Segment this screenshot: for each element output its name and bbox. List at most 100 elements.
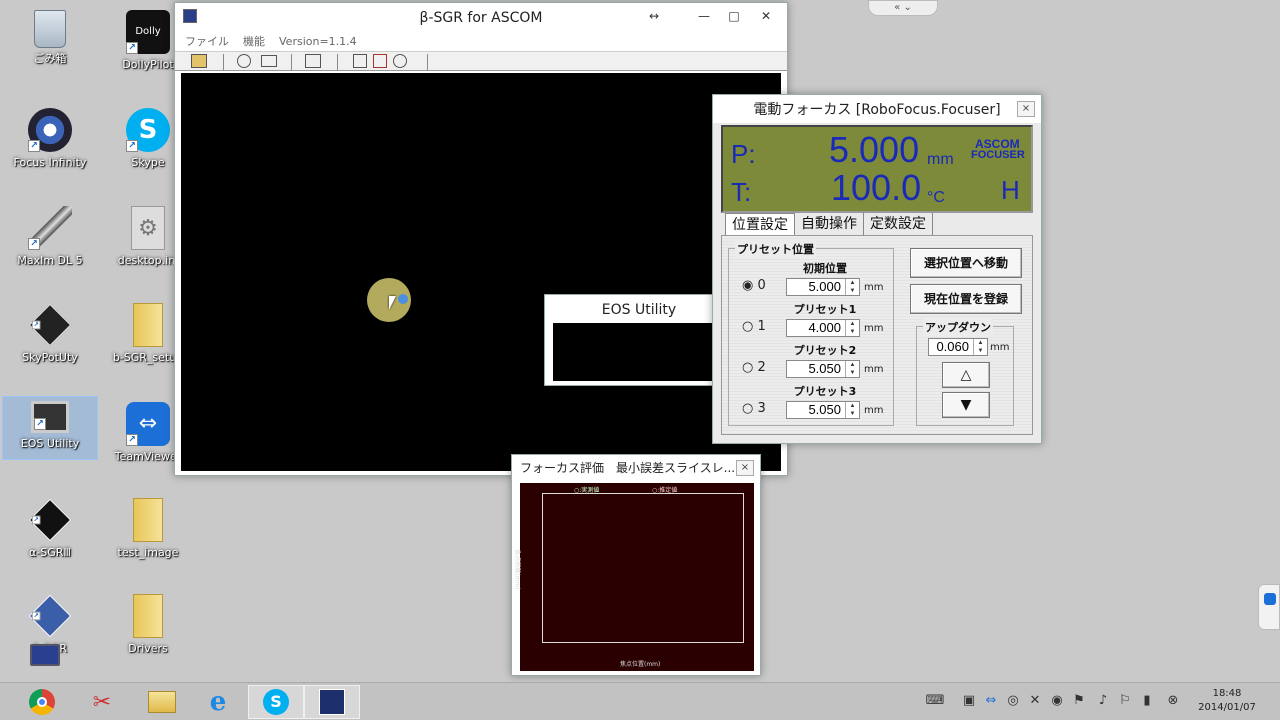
- laptop-icon[interactable]: [30, 644, 60, 666]
- preset-radio-3[interactable]: ○ 3: [742, 401, 766, 416]
- taskbar-snipping[interactable]: ✂: [74, 685, 130, 719]
- internet-explorer-icon: e: [209, 687, 227, 717]
- taskbar-chrome[interactable]: [14, 685, 70, 719]
- tab-constants[interactable]: 定数設定: [864, 213, 933, 235]
- preset-radio-0[interactable]: ◉ 0: [742, 278, 766, 293]
- teamviewer-tray-icon[interactable]: ⇔: [982, 693, 1000, 711]
- tab-auto[interactable]: 自動操作: [795, 213, 864, 235]
- edit-icon[interactable]: [305, 54, 321, 68]
- teamviewer-side-tab[interactable]: [1258, 584, 1280, 630]
- check-icon[interactable]: [373, 54, 387, 68]
- zoom-icon[interactable]: [237, 54, 251, 68]
- volume-icon[interactable]: ♪: [1094, 693, 1112, 711]
- preset-group-label: プリセット位置: [735, 241, 816, 257]
- position-tab-panel: プリセット位置 ◉ 0 初期位置 5.000 ▲ ▼ mm ○ 1 プリセット1 …: [721, 235, 1033, 435]
- eos-utility-title: EOS Utility: [601, 302, 677, 318]
- recycle-bin-icon: [34, 10, 66, 48]
- taskbar-ie[interactable]: e: [190, 685, 246, 719]
- open-folder-icon[interactable]: [191, 54, 207, 68]
- clock-time: 18:48: [1212, 688, 1242, 699]
- graph-ylabel: 焦点距離(mm): [513, 549, 521, 590]
- register-current-button[interactable]: 現在位置を登録: [910, 284, 1022, 314]
- focuser-titlebar[interactable]: 電動フォーカス [RoboFocus.Focuser] ×: [713, 95, 1041, 123]
- spinner-arrows-icon[interactable]: ▲ ▼: [973, 339, 987, 355]
- maximize-button[interactable]: □: [721, 7, 747, 25]
- network-tray-icon[interactable]: ◎: [1004, 693, 1022, 711]
- preset-input-3[interactable]: 5.050 ▲ ▼: [786, 401, 860, 419]
- clock[interactable]: 18:48 2014/01/07: [1192, 687, 1262, 715]
- main-window-titlebar[interactable]: β-SGR for ASCOM ↔ — □ ✕: [175, 3, 787, 33]
- resize-icon[interactable]: ↔: [641, 7, 667, 25]
- desktop-icon-beta-sgr[interactable]: ↗ β-SGR: [2, 588, 98, 655]
- preset-input-1[interactable]: 4.000 ▲ ▼: [786, 319, 860, 337]
- minimize-button[interactable]: —: [691, 7, 717, 25]
- preset-input-0[interactable]: 5.000 ▲ ▼: [786, 278, 860, 296]
- desktop-icon-maxim-dl[interactable]: ↗ MaxIm DL 5: [2, 200, 98, 290]
- lcd-t-label: T:: [731, 177, 752, 207]
- desktop-icon-alpha-sgr[interactable]: ↗ α-SGRⅢ: [2, 492, 98, 582]
- spinner-arrows-icon[interactable]: ▲ ▼: [845, 320, 859, 336]
- tab-position[interactable]: 位置設定: [725, 213, 795, 235]
- desktop-icon-skypotuty[interactable]: ↗ SkyPotUty: [2, 297, 98, 387]
- cursor-click-dot: [398, 294, 408, 304]
- flag-tray-icon[interactable]: ⚑: [1070, 693, 1088, 711]
- tool-tray-icon[interactable]: ✕: [1026, 693, 1044, 711]
- action-center-icon[interactable]: ⚐: [1116, 693, 1134, 711]
- spinner-arrows-icon[interactable]: ▲ ▼: [845, 279, 859, 295]
- preset-unit-3: mm: [864, 405, 884, 416]
- mouse-cursor-icon: [389, 296, 396, 310]
- taskbar-ascom[interactable]: [304, 685, 360, 719]
- top-notch[interactable]: « ⌄: [868, 0, 938, 16]
- menu-version: Version=1.1.4: [279, 35, 357, 48]
- preset-radio-2[interactable]: ○ 2: [742, 360, 766, 375]
- menu-bar: ファイル 機能 Version=1.1.4: [175, 33, 787, 51]
- spinner-arrows-icon[interactable]: ▲ ▼: [845, 361, 859, 377]
- lcd-p-unit: mm: [927, 151, 954, 168]
- teamviewer-icon: ⇔ ↗: [126, 402, 170, 446]
- taskbar-skype[interactable]: S: [248, 685, 304, 719]
- camera-icon[interactable]: [261, 55, 277, 67]
- chart-icon[interactable]: [353, 54, 367, 68]
- skypotuty-icon: ↗: [28, 303, 72, 347]
- keyboard-icon[interactable]: ⌨: [922, 693, 948, 711]
- updown-step-input[interactable]: 0.060 ▲ ▼: [928, 338, 988, 356]
- desktop-icon-recycle-bin[interactable]: ごみ箱: [2, 4, 98, 94]
- focuser-close-button[interactable]: ×: [1017, 101, 1035, 117]
- folder-icon: [133, 498, 163, 542]
- desktop-icon-test-image[interactable]: test_image: [100, 492, 196, 582]
- lcd-t-value: 100.0: [831, 167, 922, 208]
- preset-input-2[interactable]: 5.050 ▲ ▼: [786, 360, 860, 378]
- move-to-selected-button[interactable]: 選択位置へ移動: [910, 248, 1022, 278]
- image-viewport[interactable]: [181, 73, 781, 471]
- eye-tray-icon[interactable]: ◉: [1048, 693, 1066, 711]
- desktop-icon-focus-infinity[interactable]: ↗ Focus Infinity: [2, 102, 98, 192]
- lcd-brand-focuser: FOCUSER: [971, 149, 1025, 161]
- spinner-arrows-icon[interactable]: ▲ ▼: [845, 402, 859, 418]
- toolbar-separator: [291, 54, 292, 70]
- close-button[interactable]: ✕: [753, 7, 779, 25]
- focus-eval-window[interactable]: フォーカス評価 最小誤差スライスレ... × ○:実測値 ○:推定値 焦点距離(…: [511, 454, 761, 676]
- step-down-button[interactable]: ▼: [942, 392, 990, 418]
- menu-function[interactable]: 機能: [243, 33, 265, 51]
- preset-unit-2: mm: [864, 364, 884, 375]
- focus-eval-titlebar[interactable]: フォーカス評価 最小誤差スライスレ... ×: [512, 455, 760, 481]
- app-icon: [183, 9, 197, 23]
- preset-radio-1[interactable]: ○ 1: [742, 319, 766, 334]
- taskbar-explorer[interactable]: [134, 685, 190, 719]
- focus-eval-close-button[interactable]: ×: [736, 460, 754, 476]
- eos-utility-titlebar[interactable]: EOS Utility: [545, 295, 733, 325]
- desktop-icon-drivers[interactable]: Drivers: [100, 588, 196, 678]
- focus-eval-title: フォーカス評価 最小誤差スライスレ...: [520, 461, 736, 475]
- desktop-icon-eos-utility[interactable]: ↗ EOS Utility: [2, 396, 98, 460]
- no-sync-icon[interactable]: ⊗: [1164, 693, 1182, 711]
- tray-app-icon[interactable]: ▣: [960, 693, 978, 711]
- graph-plot-area: [542, 493, 744, 643]
- eos-utility-window[interactable]: EOS Utility: [544, 294, 734, 386]
- menu-file[interactable]: ファイル: [185, 33, 229, 51]
- gear-icon[interactable]: [393, 54, 407, 68]
- step-up-button[interactable]: △: [942, 362, 990, 388]
- main-window[interactable]: β-SGR for ASCOM ↔ — □ ✕ ファイル 機能 Version=…: [174, 2, 788, 476]
- telescope-icon: ↗: [28, 206, 72, 250]
- signal-icon[interactable]: ▮: [1138, 693, 1156, 711]
- focuser-window[interactable]: 電動フォーカス [RoboFocus.Focuser] × P: 5.000 m…: [712, 94, 1042, 444]
